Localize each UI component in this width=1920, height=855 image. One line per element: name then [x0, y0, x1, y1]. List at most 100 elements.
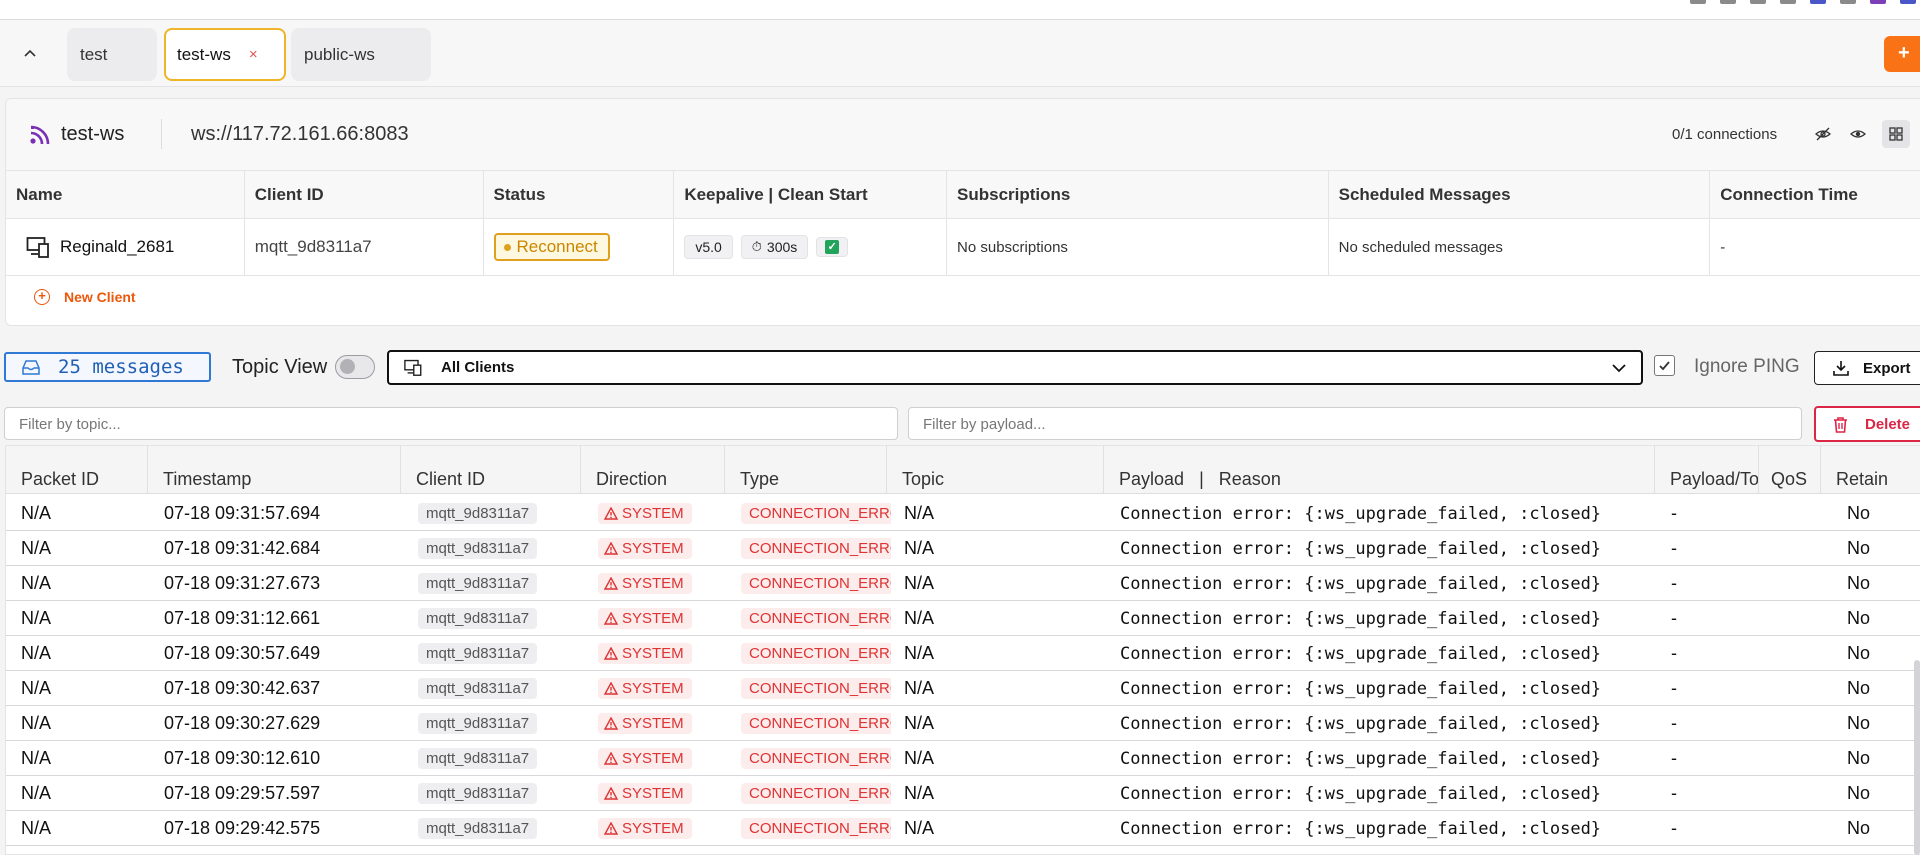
scheduled-messages-cell: No scheduled messages: [1329, 219, 1711, 275]
column-header[interactable]: Subscriptions: [947, 171, 1329, 218]
packet-id-cell: N/A: [21, 713, 52, 733]
extension-icon[interactable]: [1900, 0, 1916, 4]
tab-test-ws[interactable]: test-ws ×: [164, 28, 286, 81]
delete-button[interactable]: Delete: [1814, 406, 1920, 442]
message-row[interactable]: N/A 07-18 09:29:42.575 mqtt_9d8311a7 SYSTEM…: [6, 811, 1920, 846]
message-row[interactable]: N/A 07-18 09:29:57.597 mqtt_9d8311a7 SYSTEM…: [6, 776, 1920, 811]
extension-icon[interactable]: [1810, 0, 1826, 4]
direction-label: SYSTEM: [622, 505, 684, 522]
extension-icon[interactable]: [1840, 0, 1856, 4]
tab-public-ws[interactable]: public-ws: [291, 28, 431, 81]
type-cell: CONNECTION_ERROR: [741, 496, 893, 531]
type-tag: CONNECTION_ERROR: [741, 678, 891, 699]
packet-id-cell: N/A: [21, 573, 52, 593]
column-header-type[interactable]: Type: [725, 446, 887, 494]
client-filter-value: All Clients: [441, 359, 515, 376]
eye-icon[interactable]: [1847, 123, 1869, 145]
column-header-qos[interactable]: QoS: [1759, 446, 1821, 494]
direction-cell: SYSTEM: [598, 636, 723, 671]
extension-icon[interactable]: [1720, 0, 1736, 4]
direction-label: SYSTEM: [622, 785, 684, 802]
payload-cell: Connection error: {:ws_upgrade_failed, :…: [1120, 748, 1602, 769]
message-row[interactable]: N/A 07-18 09:30:12.610 mqtt_9d8311a7 SYSTEM…: [6, 741, 1920, 776]
column-header[interactable]: Connection Time: [1710, 171, 1920, 218]
topic-cell: N/A: [904, 538, 935, 558]
direction-cell: SYSTEM: [598, 811, 723, 846]
tab-label: test-ws: [177, 44, 231, 64]
column-header[interactable]: Name: [6, 171, 245, 218]
message-row[interactable]: N/A 07-18 09:31:27.673 mqtt_9d8311a7 SYSTEM…: [6, 566, 1920, 601]
column-header-timestamp[interactable]: Timestamp: [148, 446, 401, 494]
column-header-topic[interactable]: Topic: [887, 446, 1104, 494]
warning-icon: [604, 822, 618, 835]
message-row[interactable]: N/A 07-18 09:31:57.694 mqtt_9d8311a7 SYSTEM…: [6, 496, 1920, 531]
message-row[interactable]: N/A 07-18 09:31:12.661 mqtt_9d8311a7 SYSTEM…: [6, 601, 1920, 636]
message-row[interactable]: N/A 07-18 09:30:42.637 mqtt_9d8311a7 SYSTEM…: [6, 671, 1920, 706]
retain-cell: No: [1847, 713, 1871, 733]
column-header-direction[interactable]: Direction: [581, 446, 725, 494]
payload-total-cell: -: [1671, 643, 1677, 663]
client-id-tag: mqtt_9d8311a7: [418, 818, 538, 839]
extension-icon[interactable]: [1690, 0, 1706, 4]
message-count: 25 messages: [58, 356, 184, 378]
extension-icon[interactable]: [1870, 0, 1886, 4]
column-header[interactable]: Scheduled Messages: [1329, 171, 1711, 218]
column-header-payload-total[interactable]: Payload/Total: [1655, 446, 1759, 494]
column-header[interactable]: Client ID: [245, 171, 484, 218]
timestamp-cell: 07-18 09:30:57.649: [164, 643, 321, 663]
column-header[interactable]: Keepalive | Clean Start: [674, 171, 948, 218]
close-tab-icon[interactable]: ×: [249, 46, 258, 63]
warning-icon: [604, 577, 618, 590]
message-row[interactable]: N/A 07-18 09:31:42.684 mqtt_9d8311a7 SYSTEM…: [6, 531, 1920, 566]
payload-cell: Connection error: {:ws_upgrade_failed, :…: [1120, 573, 1602, 594]
client-id-tag: mqtt_9d8311a7: [418, 503, 538, 524]
qos-cell: [1771, 531, 1821, 566]
status-label: Reconnect: [516, 237, 598, 256]
timestamp-cell: 07-18 09:29:42.575: [164, 818, 321, 838]
client-id-tag: mqtt_9d8311a7: [418, 713, 538, 734]
client-id-cell: mqtt_9d8311a7: [418, 706, 578, 741]
client-id-cell: mqtt_9d8311a7: [418, 496, 578, 531]
ignore-ping-checkbox[interactable]: [1654, 355, 1675, 376]
topic-view-toggle[interactable]: [335, 355, 375, 379]
broker-url: ws://117.72.161.66:8083: [191, 123, 409, 145]
tab-label: test: [80, 44, 108, 64]
grid-view-icon[interactable]: [1882, 120, 1910, 148]
warning-icon: [604, 647, 618, 660]
payload-filter-input[interactable]: Filter by payload...: [908, 407, 1802, 440]
column-header-packet-id[interactable]: Packet ID: [6, 446, 148, 494]
messages-scrollbar[interactable]: [1914, 660, 1920, 855]
extension-icon[interactable]: [1780, 0, 1796, 4]
client-id-cell: mqtt_9d8311a7: [418, 531, 578, 566]
retain-cell: No: [1847, 818, 1871, 838]
add-broker-button[interactable]: +: [1884, 36, 1920, 72]
message-row[interactable]: N/A 07-18 09:30:27.629 mqtt_9d8311a7 SYSTEM…: [6, 706, 1920, 741]
column-header-retain[interactable]: Retain: [1821, 446, 1920, 494]
reconnect-status-badge[interactable]: Reconnect: [493, 233, 610, 261]
inbox-icon: [22, 360, 40, 375]
collapse-chevron-up-icon[interactable]: [18, 42, 42, 66]
eye-off-icon[interactable]: [1812, 123, 1834, 145]
export-button[interactable]: Export: [1814, 351, 1920, 385]
tab-test[interactable]: test: [67, 28, 157, 81]
payload-header-label: Payload: [1119, 469, 1185, 489]
broker-tab-bar: test test-ws × public-ws: [0, 20, 1920, 87]
column-header[interactable]: Status: [484, 171, 675, 218]
client-id-tag: mqtt_9d8311a7: [418, 573, 538, 594]
client-row[interactable]: Reginald_2681 mqtt_9d8311a7 Reconnect v5…: [6, 219, 1920, 276]
payload-total-cell: -: [1671, 678, 1677, 698]
topic-filter-input[interactable]: Filter by topic...: [4, 407, 898, 440]
message-row[interactable]: N/A 07-18 09:30:57.649 mqtt_9d8311a7 SYSTEM…: [6, 636, 1920, 671]
client-filter-select[interactable]: All Clients: [387, 350, 1643, 385]
reason-header-label: Reason: [1218, 469, 1281, 489]
extension-icon[interactable]: [1750, 0, 1766, 4]
payload-cell: Connection error: {:ws_upgrade_failed, :…: [1120, 713, 1602, 734]
client-id-tag: mqtt_9d8311a7: [418, 608, 538, 629]
column-header-client-id[interactable]: Client ID: [401, 446, 581, 494]
keepalive-badge: ⏱ 300s: [740, 235, 809, 259]
column-header-payload-reason[interactable]: Payload | Reason: [1104, 446, 1655, 494]
payload-cell: Connection error: {:ws_upgrade_failed, :…: [1120, 643, 1602, 664]
new-client-button[interactable]: + New Client: [34, 289, 136, 305]
type-cell: CONNECTION_ERROR: [741, 601, 893, 636]
direction-tag: SYSTEM: [598, 538, 692, 559]
